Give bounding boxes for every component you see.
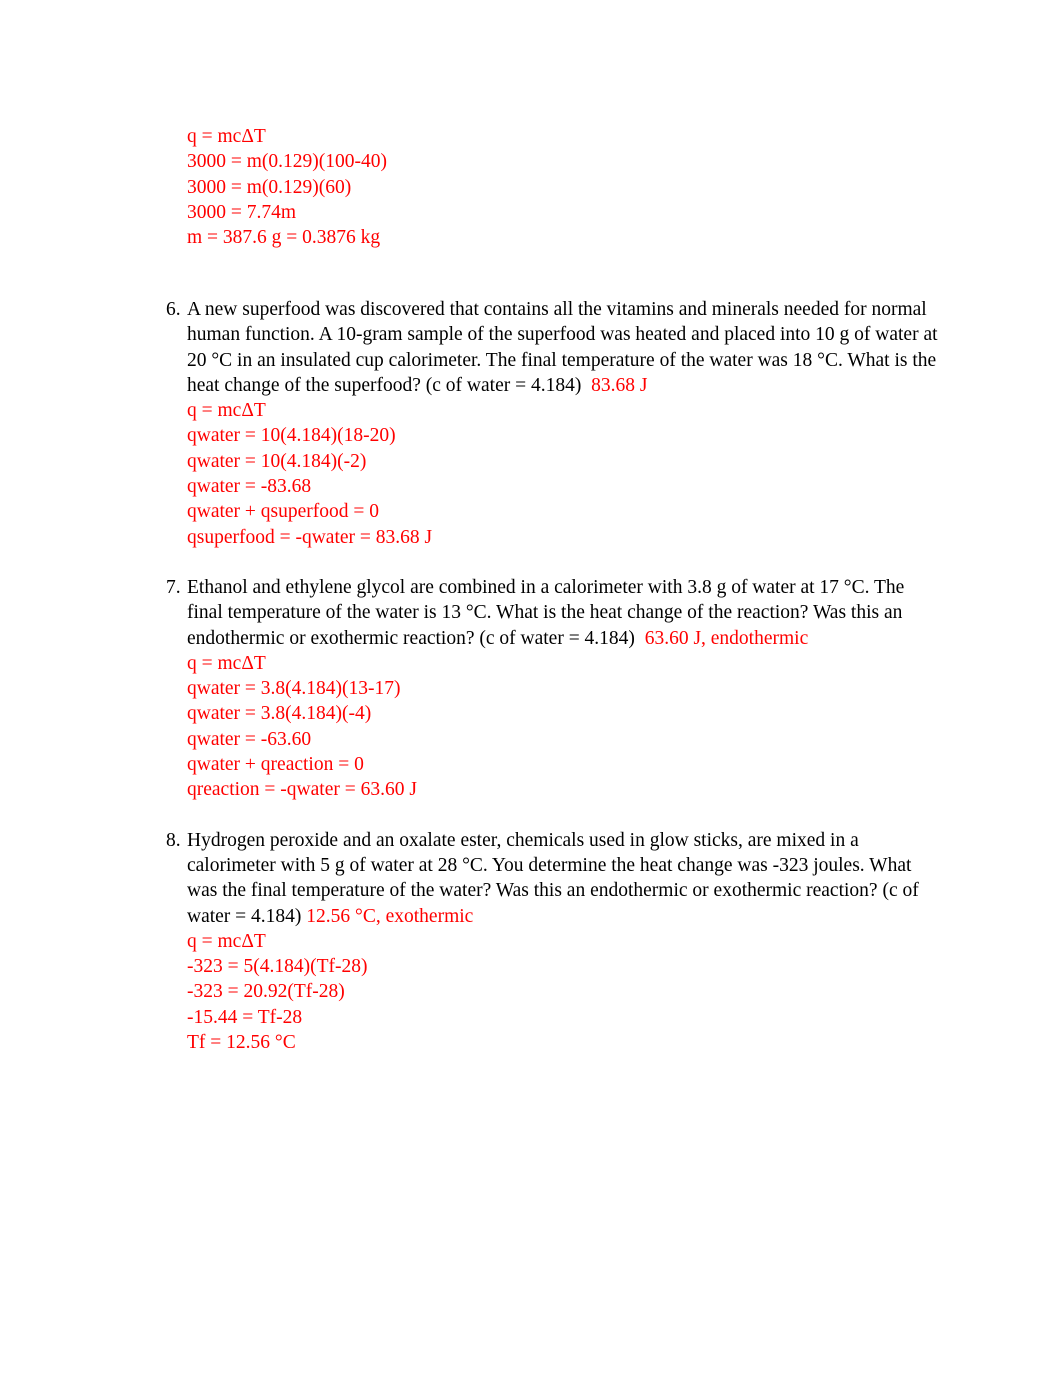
- solution-line: -323 = 5(4.184)(Tf-28): [187, 956, 368, 978]
- question-text: A new superfood was discovered that cont…: [187, 299, 938, 396]
- question-solution: q = mcΔT -323 = 5(4.184)(Tf-28) -323 = 20.…: [187, 929, 940, 1055]
- solution-line: q = mcΔT: [187, 126, 266, 147]
- solution-line: 3000 = 7.74m: [187, 201, 297, 223]
- solution-line: 3000 = m(0.129)(100-40): [187, 151, 388, 173]
- question-item: 7. Ethanol and ethylene glycol are combin…: [0, 575, 1062, 803]
- solution-line: 3000 = m(0.129)(60): [187, 176, 352, 198]
- document-page: q = mcΔT 3000 = m(0.129)(100-40) 3000 = m(…: [0, 0, 1062, 1377]
- solution-line: -323 = 20.92(Tf-28): [187, 981, 345, 1003]
- question-answer: 83.68 J: [591, 374, 648, 396]
- question-number: 6.: [166, 299, 181, 320]
- solution-line: q = mcΔT: [187, 930, 266, 952]
- solution-line: qwater + qreaction = 0: [187, 754, 364, 776]
- solution-line: -15.44 = Tf-28: [187, 1006, 303, 1028]
- question-body: A new superfood was discovered that cont…: [187, 297, 940, 398]
- solution-line: qwater = 3.8(4.184)(-4): [187, 703, 372, 725]
- solution-line: qreaction = -qwater = 63.60 J: [187, 779, 417, 801]
- orphan-solution-block: q = mcΔT 3000 = m(0.129)(100-40) 3000 = m(…: [187, 124, 887, 250]
- solution-line: Tf = 12.56 °C: [187, 1032, 296, 1054]
- solution-line: qwater = 3.8(4.184)(13-17): [187, 678, 401, 700]
- question-answer: 63.60 J, endothermic: [644, 627, 809, 649]
- solution-line: q = mcΔT: [187, 652, 266, 674]
- solution-line: qwater = -83.68: [187, 476, 312, 498]
- solution-line: q = mcΔT: [187, 400, 266, 422]
- question-number: 8.: [166, 829, 181, 851]
- question-item: 8. Hydrogen peroxide and an oxalate ester…: [0, 828, 1062, 1056]
- solution-line: qwater = 10(4.184)(-2): [187, 450, 367, 472]
- solution-line: qsuperfood = -qwater = 83.68 J: [187, 526, 433, 548]
- question-solution: q = mcΔT qwater = 3.8(4.184)(13-17) qwater…: [187, 651, 940, 803]
- question-answer: 12.56 °C, exothermic: [306, 905, 474, 927]
- solution-line: qwater = -63.60: [187, 728, 312, 750]
- question-text: Hydrogen peroxide and an oxalate ester, …: [187, 829, 919, 927]
- question-body: Ethanol and ethylene glycol are combined…: [187, 575, 940, 651]
- solution-line: qwater + qsuperfood = 0: [187, 501, 380, 523]
- question-solution: q = mcΔT qwater = 10(4.184)(18-20) qwater …: [187, 398, 940, 550]
- question-item: 6. A new superfood was discovered that co…: [0, 297, 1062, 550]
- question-list: 6. A new superfood was discovered that co…: [0, 297, 1062, 1080]
- solution-line: qwater = 10(4.184)(18-20): [187, 425, 396, 447]
- question-number: 7.: [166, 576, 181, 598]
- solution-line: m = 387.6 g = 0.3876 kg: [187, 227, 381, 249]
- question-body: Hydrogen peroxide and an oxalate ester, …: [187, 828, 940, 929]
